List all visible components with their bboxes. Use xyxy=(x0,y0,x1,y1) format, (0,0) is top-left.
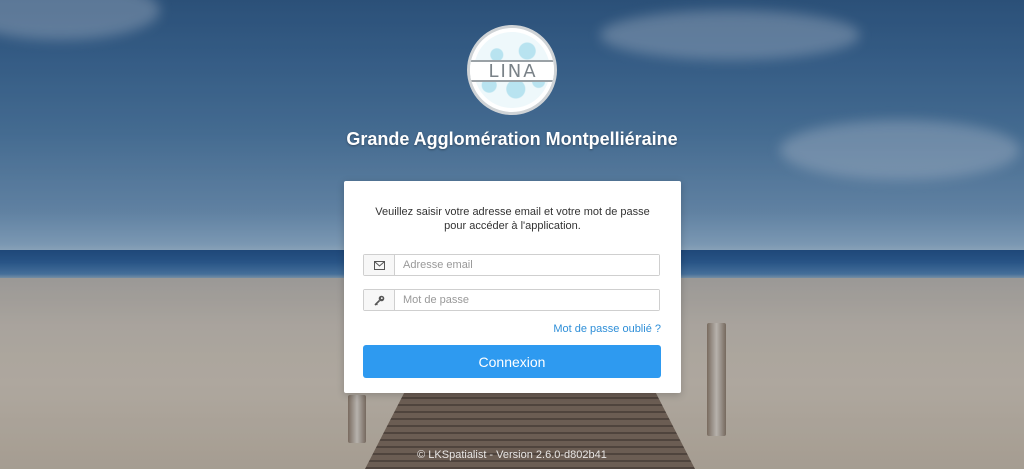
password-field xyxy=(363,289,660,311)
login-button[interactable]: Connexion xyxy=(363,345,661,378)
envelope-icon xyxy=(364,255,395,275)
login-card: Veuillez saisir votre adresse email et v… xyxy=(344,181,681,393)
password-input[interactable] xyxy=(395,290,659,310)
version-footer: © LKSpatialist - Version 2.6.0-d802b41 xyxy=(417,449,607,461)
organization-title: Grande Agglomération Montpelliéraine xyxy=(346,129,678,149)
email-input[interactable] xyxy=(395,255,659,275)
email-field xyxy=(363,254,660,276)
lina-logo: LINA xyxy=(467,25,557,115)
login-instructions: Veuillez saisir votre adresse email et v… xyxy=(375,206,650,232)
forgot-password-link[interactable]: Mot de passe oublié ? xyxy=(553,323,661,335)
key-icon xyxy=(364,290,395,310)
logo-text: LINA xyxy=(470,60,554,82)
